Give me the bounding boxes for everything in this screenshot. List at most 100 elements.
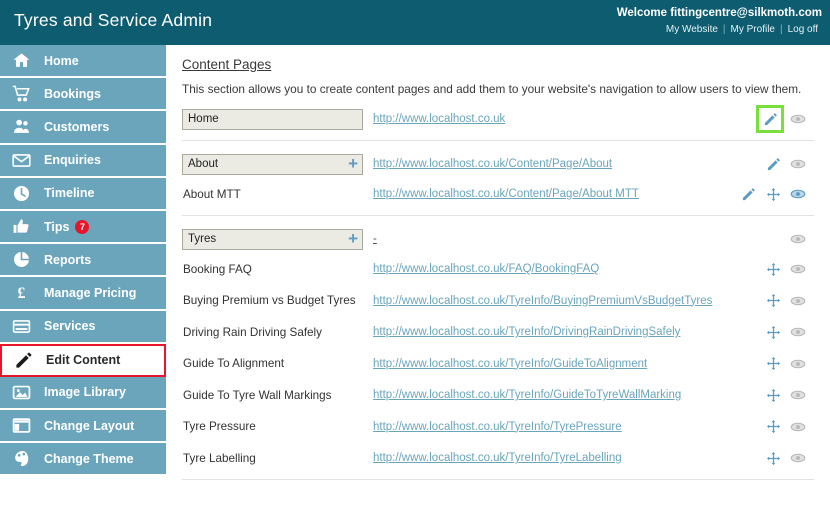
move-icon[interactable] [765, 324, 781, 340]
eye-icon[interactable] [790, 387, 806, 403]
page-name-input[interactable]: Home [182, 108, 363, 130]
row-actions [765, 261, 814, 277]
row-actions [765, 450, 814, 466]
page-group-row: Home http://www.localhost.co.uk [182, 105, 814, 133]
sidebar-item-timeline[interactable]: Timeline [0, 177, 166, 211]
add-child-page-icon[interactable]: + [348, 230, 358, 247]
account-links: My Website | My Profile | Log off [662, 24, 822, 35]
move-icon[interactable] [765, 387, 781, 403]
child-page-name: About MTT [183, 187, 241, 201]
child-page-name: Booking FAQ [183, 262, 252, 276]
sidebar-nav: Home Bookings Customers Enquiries Timeline Ti… [0, 45, 166, 505]
section-divider [182, 215, 814, 216]
eye-icon[interactable] [790, 156, 806, 172]
eye-icon[interactable] [790, 356, 806, 372]
page-name-value: About [188, 158, 219, 170]
page-group-row: Tyres + - [182, 228, 814, 250]
layout-icon [12, 415, 38, 437]
sidebar-item-enquiries[interactable]: Enquiries [0, 144, 166, 178]
move-icon[interactable] [765, 450, 781, 466]
log-off-link[interactable]: Log off [784, 24, 822, 35]
eye-icon[interactable] [790, 293, 806, 309]
child-page-url-link[interactable]: http://www.localhost.co.uk/TyreInfo/Buyi… [363, 295, 765, 307]
sidebar-item-label: Bookings [44, 86, 101, 101]
sidebar-item-label: Edit Content [46, 353, 121, 368]
sidebar-item-label: Image Library [44, 385, 126, 400]
main-content: Content Pages This section allows you to… [166, 45, 830, 505]
child-page-url-link[interactable]: http://www.localhost.co.uk/TyreInfo/Tyre… [363, 421, 765, 433]
thumbs-up-icon [12, 216, 38, 238]
sidebar-item-badge: 7 [75, 219, 90, 234]
sidebar-item-services[interactable]: Services [0, 310, 166, 344]
admin-page: Tyres and Service Admin Welcome fittingc… [0, 0, 830, 505]
row-actions [765, 156, 814, 172]
sidebar-item-label: Manage Pricing [44, 285, 137, 300]
child-page-url-link[interactable]: http://www.localhost.co.uk/TyreInfo/Guid… [363, 389, 765, 401]
move-icon[interactable] [765, 293, 781, 309]
move-icon[interactable] [765, 356, 781, 372]
child-page-url-link[interactable]: http://www.localhost.co.uk/TyreInfo/Guid… [363, 358, 765, 370]
sidebar-item-change-layout[interactable]: Change Layout [0, 410, 166, 444]
eye-icon[interactable] [790, 450, 806, 466]
eye-icon[interactable] [790, 261, 806, 277]
pencil-icon[interactable] [765, 156, 781, 172]
move-icon[interactable] [765, 419, 781, 435]
eye-icon[interactable] [790, 419, 806, 435]
child-page-url-link[interactable]: http://www.localhost.co.uk/TyreInfo/Tyre… [363, 452, 765, 464]
sidebar-item-manage-pricing[interactable]: £ Manage Pricing [0, 277, 166, 311]
pencil-icon[interactable] [756, 105, 784, 133]
row-actions [790, 231, 814, 247]
eye-icon[interactable] [790, 111, 806, 127]
page-url-link[interactable]: http://www.localhost.co.uk/Content/Page/… [363, 158, 765, 170]
my-profile-link[interactable]: My Profile [727, 24, 779, 35]
pencil-icon [14, 349, 40, 371]
sidebar-item-label: Reports [44, 252, 92, 267]
sidebar-item-reports[interactable]: Reports [0, 244, 166, 278]
sidebar-item-bookings[interactable]: Bookings [0, 78, 166, 112]
eye-icon[interactable] [790, 186, 806, 202]
sidebar-item-edit-content[interactable]: Edit Content [0, 343, 166, 377]
child-page-url-link[interactable]: http://www.localhost.co.uk/TyreInfo/Driv… [363, 326, 765, 338]
top-header: Tyres and Service Admin Welcome fittingc… [0, 0, 830, 45]
page-name-value: Home [188, 113, 219, 125]
child-page-name: Driving Rain Driving Safely [183, 325, 323, 339]
child-page-list: Booking FAQ http://www.localhost.co.uk/FA… [182, 258, 814, 469]
row-actions [765, 324, 814, 340]
child-page-name: Tyre Pressure [183, 420, 256, 433]
content-page-list: Home http://www.localhost.co.uk About + http… [182, 105, 814, 480]
add-child-page-icon[interactable]: + [348, 155, 358, 172]
sidebar-item-customers[interactable]: Customers [0, 111, 166, 145]
sidebar-item-home[interactable]: Home [0, 45, 166, 79]
image-icon [12, 381, 38, 403]
sidebar-item-image-library[interactable]: Image Library [0, 376, 166, 411]
row-actions [756, 105, 814, 133]
move-icon[interactable] [765, 186, 781, 202]
page-url-link[interactable]: http://www.localhost.co.uk [363, 113, 759, 125]
page-name-input[interactable]: Tyres + [182, 228, 363, 250]
svg-text:£: £ [18, 285, 26, 302]
row-actions [765, 419, 814, 435]
move-icon[interactable] [765, 261, 781, 277]
child-page-url-link[interactable]: http://www.localhost.co.uk/FAQ/BookingFA… [363, 263, 765, 275]
eye-icon[interactable] [790, 324, 806, 340]
page-group-row: About + http://www.localhost.co.uk/Content… [182, 153, 814, 175]
pound-sign-icon: £ [12, 282, 38, 304]
section-description: This section allows you to create conten… [182, 82, 802, 96]
welcome-text: Welcome fittingcentre@silkmoth.com [616, 7, 822, 19]
row-actions [765, 293, 814, 309]
clock-icon [12, 182, 38, 204]
eye-icon[interactable] [790, 231, 806, 247]
child-page-row: Guide To Tyre Wall Markings http://www.lo… [182, 384, 814, 406]
child-page-url-link[interactable]: http://www.localhost.co.uk/Content/Page/… [363, 188, 740, 200]
sidebar-item-tips[interactable]: Tips 7 [0, 210, 166, 245]
child-page-row: Guide To Alignment http://www.localhost.c… [182, 353, 814, 375]
sidebar-item-label: Services [44, 319, 96, 334]
card-list-icon [12, 315, 38, 337]
child-page-row: About MTT http://www.localhost.co.uk/Cont… [182, 183, 814, 205]
child-page-list: About MTT http://www.localhost.co.uk/Cont… [182, 183, 814, 205]
page-name-input[interactable]: About + [182, 153, 363, 175]
sidebar-item-change-theme[interactable]: Change Theme [0, 443, 166, 477]
my-website-link[interactable]: My Website [662, 24, 722, 35]
page-title: Tyres and Service Admin [14, 10, 213, 30]
pencil-icon[interactable] [740, 186, 756, 202]
